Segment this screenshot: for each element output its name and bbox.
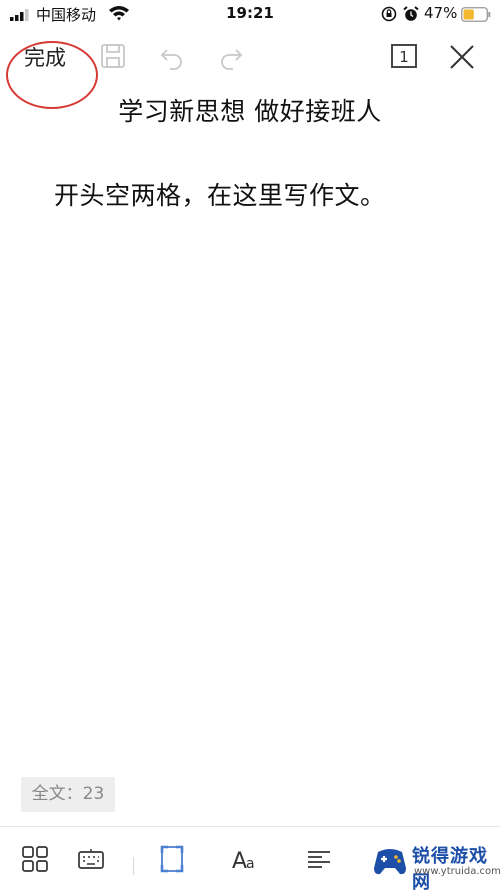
page-number: 1 (399, 48, 409, 66)
status-bar: 中国移动 19:21 47% (0, 0, 500, 28)
done-button[interactable]: 完成 (24, 42, 66, 72)
font-style-icon[interactable]: A a (231, 845, 259, 873)
close-icon[interactable] (447, 42, 477, 72)
align-left-icon[interactable] (305, 845, 333, 873)
undo-icon[interactable] (158, 42, 186, 70)
redo-icon[interactable] (217, 42, 245, 70)
battery-icon (461, 7, 491, 22)
gamepad-logo-icon (374, 849, 406, 875)
document-body[interactable]: 开头空两格，在这里写作文。 (54, 176, 386, 212)
rotation-lock-icon (381, 6, 397, 22)
editor-toolbar: 完成 1 (0, 28, 500, 88)
page-count-icon[interactable]: 1 (390, 42, 418, 70)
keyboard-icon[interactable] (77, 845, 105, 873)
svg-text:a: a (246, 856, 255, 872)
toolbar-divider (133, 857, 134, 875)
battery-percentage: 47% (424, 4, 458, 22)
site-watermark: 锐得游戏网 www.ytruida.com (368, 836, 500, 893)
fullscreen-icon[interactable] (158, 845, 186, 873)
word-count-badge: 全文：23 (21, 777, 115, 812)
watermark-url: www.ytruida.com (414, 866, 500, 877)
alarm-icon (403, 6, 419, 21)
save-icon[interactable] (99, 42, 127, 70)
svg-text:A: A (232, 849, 247, 873)
apps-grid-icon[interactable] (21, 845, 49, 873)
document-title[interactable]: 学习新思想 做好接班人 (0, 92, 500, 128)
